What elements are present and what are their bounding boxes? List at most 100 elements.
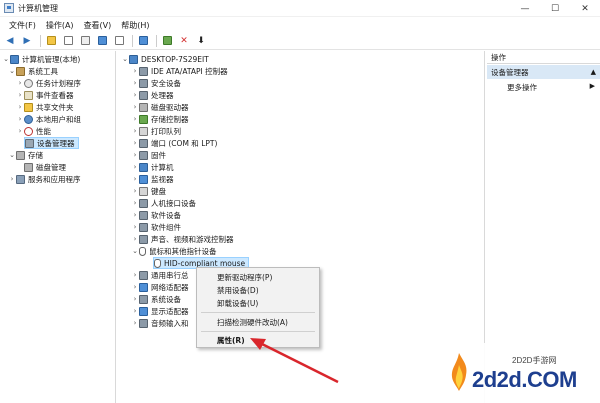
expand-icon[interactable]: › (131, 199, 139, 207)
expand-icon[interactable]: › (16, 79, 24, 87)
collapse-icon[interactable]: ⌄ (2, 55, 10, 63)
device-category-label: 端口 (COM 和 LPT) (151, 138, 218, 148)
monitor-icon[interactable] (136, 34, 150, 48)
tree-system-tools[interactable]: ⌄ 系统工具 (8, 65, 58, 77)
expand-icon[interactable]: › (131, 175, 139, 183)
menu-disable-device[interactable]: 禁用设备(D) (217, 285, 259, 296)
device-category[interactable]: › 声音、视频和游戏控制器 (131, 233, 234, 245)
action-pane-icon[interactable] (112, 34, 126, 48)
device-category[interactable]: › 网络适配器 (131, 281, 189, 293)
device-category[interactable]: › 存储控制器 (131, 113, 189, 125)
expand-icon[interactable]: › (16, 103, 24, 111)
tree-shared-folders[interactable]: › 共享文件夹 (16, 101, 74, 113)
expand-icon[interactable]: › (131, 271, 139, 279)
menu-properties[interactable]: 属性(R) (217, 335, 245, 346)
toolbar-separator (40, 34, 41, 47)
expand-icon[interactable]: › (131, 283, 139, 291)
tree-services[interactable]: › 服务和应用程序 (8, 173, 81, 185)
collapse-icon[interactable]: ⌄ (131, 247, 139, 255)
properties-icon[interactable] (78, 34, 92, 48)
collapse-icon[interactable]: ⌄ (121, 55, 129, 63)
device-category[interactable]: › 监视器 (131, 173, 174, 185)
menu-view[interactable]: 查看(V) (79, 20, 117, 31)
device-category[interactable]: › 音频输入和 (131, 317, 189, 329)
expand-icon[interactable]: › (131, 103, 139, 111)
expand-icon[interactable]: › (131, 151, 139, 159)
more-actions[interactable]: 更多操作 ▶ (507, 82, 597, 94)
tree-device-manager[interactable]: 设备管理器 (24, 137, 79, 149)
expand-icon[interactable]: › (131, 223, 139, 231)
device-tree-root[interactable]: ⌄ DESKTOP-7S29EIT (121, 53, 209, 65)
tree-storage[interactable]: ⌄ 存储 (8, 149, 43, 161)
update-driver-icon[interactable]: ⬇ (194, 34, 208, 48)
expand-icon[interactable]: › (131, 295, 139, 303)
services-icon (16, 174, 25, 184)
tree-task-scheduler[interactable]: › 任务计划程序 (16, 77, 81, 89)
device-category-mice[interactable]: ⌄ 鼠标和其他指针设备 (131, 245, 217, 257)
device-category[interactable]: › 安全设备 (131, 77, 181, 89)
device-category[interactable]: › 通用串行总 (131, 269, 189, 281)
scan-hardware-icon[interactable] (160, 34, 174, 48)
collapse-icon[interactable]: ⌄ (8, 67, 16, 75)
expand-icon[interactable]: › (131, 211, 139, 219)
back-icon[interactable]: ◀ (3, 34, 17, 48)
collapse-up-icon[interactable]: ▲ (591, 68, 596, 76)
menu-action[interactable]: 操作(A) (41, 20, 79, 31)
device-category[interactable]: › 显示适配器 (131, 305, 189, 317)
menu-update-driver[interactable]: 更新驱动程序(P) (217, 272, 272, 283)
device-category[interactable]: › IDE ATA/ATAPI 控制器 (131, 65, 228, 77)
device-category[interactable]: › 处理器 (131, 89, 174, 101)
expand-icon[interactable]: › (131, 115, 139, 123)
forward-icon[interactable]: ▶ (20, 34, 34, 48)
device-category[interactable]: › 软件组件 (131, 221, 181, 233)
expand-icon[interactable]: › (131, 127, 139, 135)
expand-icon[interactable]: › (131, 79, 139, 87)
maximize-button[interactable]: ☐ (540, 0, 570, 17)
device-category[interactable]: › 软件设备 (131, 209, 181, 221)
expand-icon[interactable]: › (16, 127, 24, 135)
expand-icon[interactable]: › (8, 175, 16, 183)
help-icon[interactable] (95, 34, 109, 48)
menu-bar: 文件(F) 操作(A) 查看(V) 帮助(H) (0, 18, 600, 32)
tree-disk-management[interactable]: 磁盘管理 (24, 161, 66, 173)
device-category[interactable]: › 系统设备 (131, 293, 181, 305)
actions-group-device-manager[interactable]: 设备管理器 ▲ (487, 65, 600, 79)
tree-local-users[interactable]: › 本地用户和组 (16, 113, 81, 125)
show-hide-tree-icon[interactable] (61, 34, 75, 48)
expand-icon[interactable]: › (131, 91, 139, 99)
collapse-icon[interactable]: ⌄ (8, 151, 16, 159)
device-category[interactable]: › 人机接口设备 (131, 197, 196, 209)
menu-uninstall-device[interactable]: 卸载设备(U) (217, 298, 258, 309)
device-category[interactable]: › 打印队列 (131, 125, 181, 137)
device-category[interactable]: › 固件 (131, 149, 166, 161)
device-category[interactable]: › 计算机 (131, 161, 174, 173)
up-folder-icon[interactable] (44, 34, 58, 48)
tree-root[interactable]: ⌄ 计算机管理(本地) (2, 53, 80, 65)
window-title: 计算机管理 (18, 3, 58, 13)
device-category[interactable]: › 端口 (COM 和 LPT) (131, 137, 217, 149)
device-category[interactable]: › 磁盘驱动器 (131, 101, 189, 113)
expand-icon[interactable]: › (131, 139, 139, 147)
tree-performance[interactable]: › 性能 (16, 125, 51, 137)
expand-icon[interactable]: › (16, 91, 24, 99)
tree-system-tools-label: 系统工具 (28, 66, 58, 76)
expand-icon[interactable]: › (131, 307, 139, 315)
menu-file[interactable]: 文件(F) (4, 20, 41, 31)
menu-help[interactable]: 帮助(H) (116, 20, 154, 31)
computer-management-icon (10, 54, 19, 64)
expand-icon[interactable]: › (131, 163, 139, 171)
expand-icon[interactable]: › (131, 67, 139, 75)
tree-event-viewer[interactable]: › 事件查看器 (16, 89, 74, 101)
expand-icon[interactable]: › (131, 187, 139, 195)
uninstall-icon[interactable]: ✕ (177, 34, 191, 48)
minimize-button[interactable]: — (510, 0, 540, 17)
close-button[interactable]: ✕ (570, 0, 600, 17)
expand-icon[interactable]: › (16, 115, 24, 123)
expand-icon[interactable]: › (131, 319, 139, 327)
expand-icon[interactable]: › (131, 235, 139, 243)
tree-services-label: 服务和应用程序 (28, 174, 81, 184)
menu-scan-hardware[interactable]: 扫描检测硬件改动(A) (217, 317, 288, 328)
device-category[interactable]: › 键盘 (131, 185, 166, 197)
more-actions-label: 更多操作 (507, 83, 537, 92)
computer-icon (139, 162, 148, 172)
